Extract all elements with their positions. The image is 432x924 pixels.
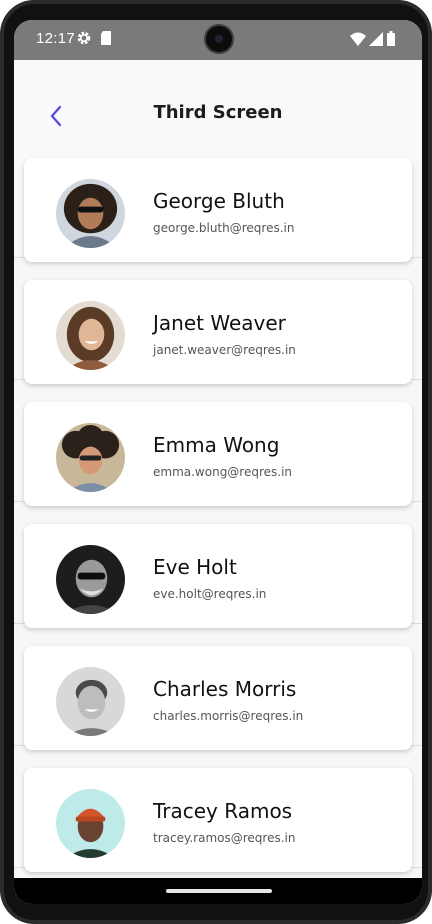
user-name: Eve Holt	[153, 555, 237, 579]
screen: 12:17 Third Screen George Bluth george.b…	[14, 20, 422, 904]
front-camera	[206, 26, 232, 52]
wifi-icon	[350, 32, 366, 46]
user-name: Tracey Ramos	[153, 799, 293, 823]
sd-card-icon	[101, 31, 111, 45]
user-name: Charles Morris	[153, 677, 297, 701]
user-email: tracey.ramos@reqres.in	[153, 831, 296, 845]
user-email: janet.weaver@reqres.in	[153, 343, 296, 357]
user-email: charles.morris@reqres.in	[153, 709, 304, 723]
avatar	[56, 179, 125, 248]
settings-gear-icon	[77, 31, 91, 45]
status-bar: 12:17	[14, 20, 422, 60]
battery-icon	[387, 31, 395, 46]
user-list: George Bluth george.bluth@reqres.in Jane…	[14, 136, 422, 872]
list-row: Janet Weaver janet.weaver@reqres.in	[14, 258, 422, 384]
user-card-eve-holt[interactable]: Eve Holt eve.holt@reqres.in	[24, 524, 412, 628]
list-row: Tracey Ramos tracey.ramos@reqres.in	[14, 746, 422, 872]
list-row: Charles Morris charles.morris@reqres.in	[14, 624, 422, 750]
list-row: Emma Wong emma.wong@reqres.in	[14, 380, 422, 506]
avatar	[56, 789, 125, 858]
user-email: eve.holt@reqres.in	[153, 587, 267, 601]
avatar	[56, 301, 125, 370]
device-frame: 12:17 Third Screen George Bluth george.b…	[0, 0, 432, 924]
user-card-janet-weaver[interactable]: Janet Weaver janet.weaver@reqres.in	[24, 280, 412, 384]
system-nav-bar	[14, 878, 422, 904]
status-time: 12:17	[36, 30, 76, 47]
user-card-emma-wong[interactable]: Emma Wong emma.wong@reqres.in	[24, 402, 412, 506]
home-gesture-handle[interactable]	[166, 889, 272, 893]
user-email: emma.wong@reqres.in	[153, 465, 293, 479]
avatar	[56, 545, 125, 614]
user-card-tracey-ramos[interactable]: Tracey Ramos tracey.ramos@reqres.in	[24, 768, 412, 872]
cell-signal-icon	[369, 32, 383, 46]
user-card-george-bluth[interactable]: George Bluth george.bluth@reqres.in	[24, 158, 412, 262]
user-name: Janet Weaver	[153, 311, 286, 335]
list-row: George Bluth george.bluth@reqres.in	[14, 136, 422, 262]
user-name: George Bluth	[153, 189, 285, 213]
user-email: george.bluth@reqres.in	[153, 221, 295, 235]
user-name: Emma Wong	[153, 433, 280, 457]
avatar	[56, 667, 125, 736]
page-title: Third Screen	[153, 102, 283, 123]
user-card-charles-morris[interactable]: Charles Morris charles.morris@reqres.in	[24, 646, 412, 750]
list-row: Eve Holt eve.holt@reqres.in	[14, 502, 422, 628]
avatar	[56, 423, 125, 492]
